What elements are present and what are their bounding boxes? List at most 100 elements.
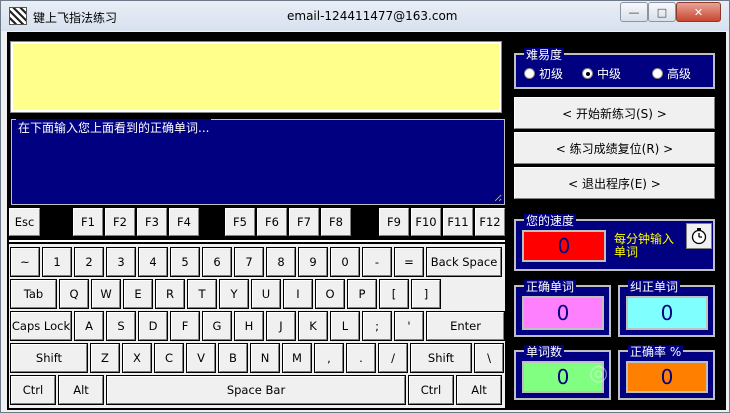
key-4[interactable]: 4 xyxy=(138,247,168,277)
input-frame: 在下面输入您上面看到的正确单词... xyxy=(11,119,505,205)
start-button[interactable]: < 开始新练习(S) > xyxy=(513,96,716,130)
key-y[interactable]: Y xyxy=(219,279,249,309)
watermark-logo: ◎ xyxy=(589,361,609,386)
key-9[interactable]: 9 xyxy=(298,247,328,277)
key-shift[interactable]: Shift xyxy=(10,343,88,373)
key-i[interactable]: I xyxy=(283,279,313,309)
reset-button[interactable]: < 练习成绩复位(R) > xyxy=(513,131,716,165)
title-bar: 键上飞指法练习 email-124411477@163.com — □ ✕ xyxy=(1,1,729,31)
key-x[interactable]: X xyxy=(122,343,152,373)
close-button[interactable]: ✕ xyxy=(676,2,721,22)
key-1[interactable]: 1 xyxy=(42,247,72,277)
speed-title: 您的速度 xyxy=(524,214,577,228)
key-a[interactable]: A xyxy=(74,311,104,341)
key-m[interactable]: M xyxy=(282,343,312,373)
minimize-button[interactable]: — xyxy=(620,2,648,22)
key-6[interactable]: 6 xyxy=(202,247,232,277)
key-][interactable]: ] xyxy=(411,279,441,309)
word-input[interactable] xyxy=(14,136,502,202)
key-,[interactable]: , xyxy=(314,343,344,373)
key-u[interactable]: U xyxy=(251,279,281,309)
key-enter[interactable]: Enter xyxy=(426,311,505,341)
key-/[interactable]: / xyxy=(378,343,408,373)
key-f4[interactable]: F4 xyxy=(168,207,200,237)
radio-beginner[interactable]: 初级 xyxy=(524,65,563,82)
radio-intermediate[interactable]: 中级 xyxy=(582,65,621,82)
stopwatch-icon[interactable] xyxy=(686,223,712,249)
key-v[interactable]: V xyxy=(186,343,216,373)
key-caps-lock[interactable]: Caps Lock xyxy=(10,311,72,341)
key-8[interactable]: 8 xyxy=(266,247,296,277)
word-display xyxy=(10,41,502,113)
key-z[interactable]: Z xyxy=(90,343,120,373)
key-f12[interactable]: F12 xyxy=(474,207,506,237)
radio-advanced[interactable]: 高级 xyxy=(652,65,691,82)
key-l[interactable]: L xyxy=(330,311,360,341)
key-f9[interactable]: F9 xyxy=(378,207,410,237)
key-alt[interactable]: Alt xyxy=(456,375,502,405)
key-'[interactable]: ' xyxy=(394,311,424,341)
key-g[interactable]: G xyxy=(202,311,232,341)
key-o[interactable]: O xyxy=(315,279,345,309)
exit-button[interactable]: < 退出程序(E) > xyxy=(513,166,716,200)
key-\[interactable]: \ xyxy=(474,343,504,373)
key-f[interactable]: F xyxy=(170,311,200,341)
key-b[interactable]: B xyxy=(218,343,248,373)
fixed-value: 0 xyxy=(626,296,708,330)
radio-label-beginner: 初级 xyxy=(539,67,564,81)
key-back-space[interactable]: Back Space xyxy=(426,247,502,277)
key-f1[interactable]: F1 xyxy=(72,207,104,237)
key-tab[interactable]: Tab xyxy=(10,279,57,309)
key-e[interactable]: E xyxy=(123,279,153,309)
key-f3[interactable]: F3 xyxy=(136,207,168,237)
key-c[interactable]: C xyxy=(154,343,184,373)
key--[interactable]: - xyxy=(362,247,392,277)
key-alt[interactable]: Alt xyxy=(58,375,104,405)
key-~[interactable]: ~ xyxy=(10,247,40,277)
key-f7[interactable]: F7 xyxy=(288,207,320,237)
key-j[interactable]: J xyxy=(266,311,296,341)
maximize-button[interactable]: □ xyxy=(648,2,676,22)
key-3[interactable]: 3 xyxy=(106,247,136,277)
key-p[interactable]: P xyxy=(347,279,377,309)
fixed-panel: 纠正单词 0 xyxy=(618,280,715,337)
key-d[interactable]: D xyxy=(138,311,168,341)
rate-title: 正确率 % xyxy=(628,345,684,359)
key-f6[interactable]: F6 xyxy=(256,207,288,237)
app-icon xyxy=(9,7,27,25)
key-t[interactable]: T xyxy=(187,279,217,309)
key-esc[interactable]: Esc xyxy=(8,207,41,237)
key-f11[interactable]: F11 xyxy=(442,207,474,237)
key-q[interactable]: Q xyxy=(59,279,89,309)
key-5[interactable]: 5 xyxy=(170,247,200,277)
correct-value: 0 xyxy=(522,296,604,330)
correct-title: 正确单词 xyxy=(524,280,577,294)
key-f8[interactable]: F8 xyxy=(320,207,352,237)
key-f2[interactable]: F2 xyxy=(104,207,136,237)
key-w[interactable]: W xyxy=(91,279,121,309)
key-[[interactable]: [ xyxy=(379,279,409,309)
key-r[interactable]: R xyxy=(155,279,185,309)
key-s[interactable]: S xyxy=(106,311,136,341)
key-=[interactable]: = xyxy=(394,247,424,277)
key-k[interactable]: K xyxy=(298,311,328,341)
key-n[interactable]: N xyxy=(250,343,280,373)
radio-dot-selected xyxy=(582,68,593,79)
key-;[interactable]: ; xyxy=(362,311,392,341)
radio-label-intermediate: 中级 xyxy=(597,67,622,81)
key-ctrl[interactable]: Ctrl xyxy=(10,375,56,405)
key-2[interactable]: 2 xyxy=(74,247,104,277)
key-7[interactable]: 7 xyxy=(234,247,264,277)
key-0[interactable]: 0 xyxy=(330,247,360,277)
key-shift[interactable]: Shift xyxy=(410,343,472,373)
key-.[interactable]: . xyxy=(346,343,376,373)
rate-value: 0 xyxy=(626,361,708,393)
key-space-bar[interactable]: Space Bar xyxy=(106,375,406,405)
difficulty-panel: 难易度 初级 中级 高级 xyxy=(514,48,715,89)
key-f10[interactable]: F10 xyxy=(410,207,442,237)
key-f5[interactable]: F5 xyxy=(224,207,256,237)
close-icon: ✕ xyxy=(693,5,704,19)
key-h[interactable]: H xyxy=(234,311,264,341)
key-ctrl[interactable]: Ctrl xyxy=(408,375,454,405)
input-label: 在下面输入您上面看到的正确单词... xyxy=(16,119,212,136)
